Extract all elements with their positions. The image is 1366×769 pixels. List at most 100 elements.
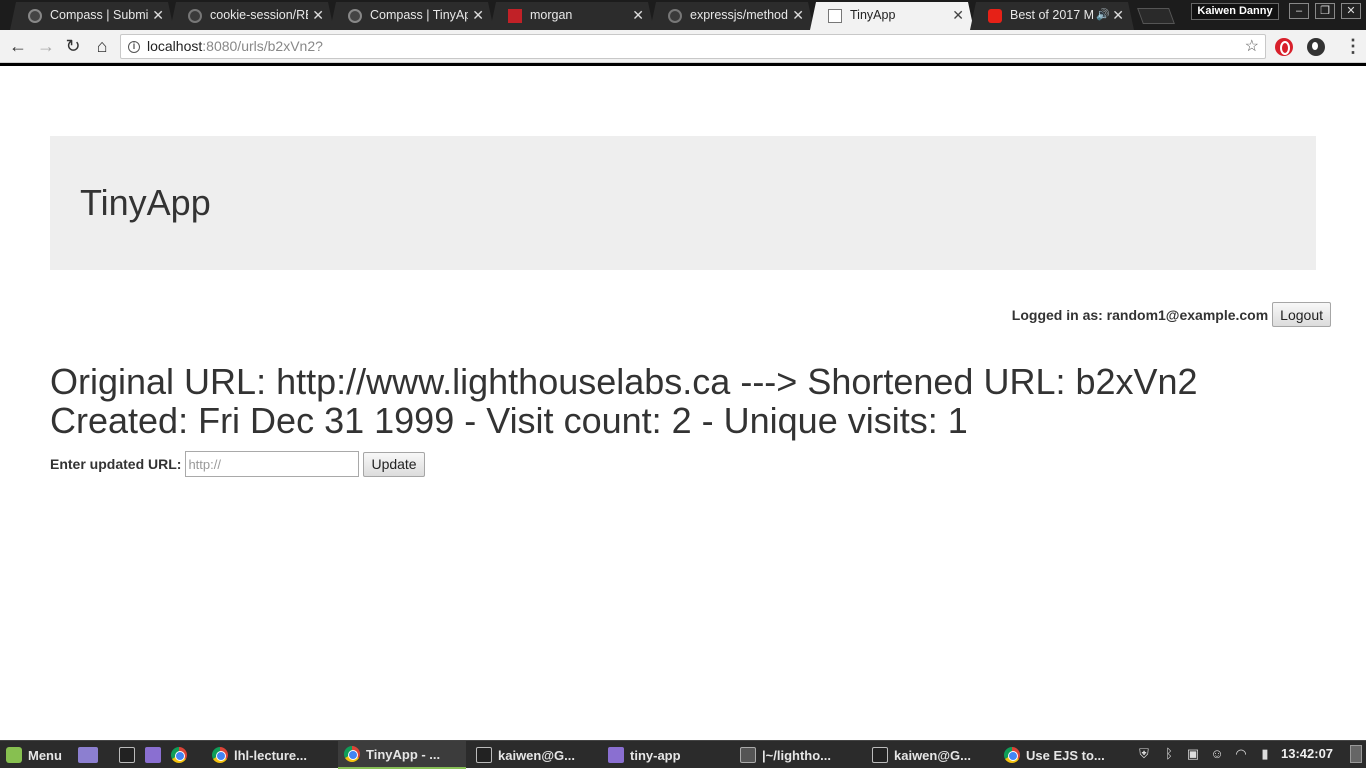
close-icon[interactable]: ✕ — [312, 7, 324, 24]
bluetooth-icon[interactable]: ᛒ — [1161, 746, 1177, 762]
close-window-button[interactable]: ✕ — [1341, 3, 1361, 19]
browser-tab[interactable]: Compass | TinyAp ✕ — [330, 2, 494, 30]
close-icon[interactable]: ✕ — [472, 7, 484, 24]
terminal-icon — [476, 747, 492, 763]
update-button[interactable]: Update — [363, 451, 425, 477]
browser-tab-strip: Compass | Submi ✕ cookie-session/RE ✕ Co… — [0, 0, 1366, 30]
browser-tab[interactable]: expressjs/method ✕ — [650, 2, 814, 30]
speaker-icon[interactable]: 🔊 — [1096, 8, 1110, 21]
files-launcher[interactable] — [145, 741, 167, 769]
close-icon[interactable]: ✕ — [792, 7, 804, 24]
show-desktop-button[interactable] — [1350, 745, 1362, 763]
login-status-bar: Logged in as: random1@example.com Logout — [1012, 302, 1331, 327]
minimize-button[interactable]: – — [1289, 3, 1309, 19]
logged-in-label: Logged in as: random1@example.com — [1011, 306, 1269, 323]
github-icon — [188, 9, 202, 23]
close-icon[interactable]: ✕ — [632, 7, 644, 24]
header-jumbotron: TinyApp — [50, 136, 1316, 270]
terminal-launcher[interactable] — [119, 741, 141, 769]
taskbar-window-label: TinyApp - ... — [366, 746, 441, 762]
tab-title: expressjs/method — [690, 8, 788, 22]
browser-tab[interactable]: Best of 2017 M 🔊 ✕ — [970, 2, 1134, 30]
maximize-button[interactable]: ❐ — [1315, 3, 1335, 19]
taskbar-window-active[interactable]: TinyApp - ... — [338, 741, 466, 769]
sublime-icon — [740, 747, 756, 763]
opera-extension-icon[interactable] — [1275, 38, 1293, 56]
app-title: TinyApp — [80, 182, 211, 223]
page-content: TinyApp Logged in as: random1@example.co… — [0, 66, 1366, 740]
desktop-icon — [78, 747, 98, 763]
clipboard-icon[interactable]: ▣ — [1185, 746, 1201, 762]
address-path: :8080/urls/b2xVn2? — [202, 38, 323, 54]
tab-title: Compass | Submi — [50, 8, 148, 22]
chrome-icon — [171, 747, 187, 763]
youtube-icon — [988, 9, 1002, 23]
npm-icon — [508, 9, 522, 23]
mint-logo-icon — [6, 747, 22, 763]
tab-title: cookie-session/RE — [210, 8, 308, 22]
browser-tab[interactable]: Compass | Submi ✕ — [10, 2, 174, 30]
update-url-input[interactable] — [185, 451, 360, 477]
browser-tab[interactable]: cookie-session/RE ✕ — [170, 2, 334, 30]
taskbar-window-label: |~/lightho... — [762, 747, 831, 763]
start-menu-button[interactable]: Menu — [6, 741, 62, 769]
tab-title: Compass | TinyAp — [370, 8, 468, 22]
taskbar-window-label: Use EJS to... — [1026, 747, 1105, 763]
taskbar-window[interactable]: tiny-app — [602, 741, 730, 769]
start-menu-label: Menu — [28, 747, 62, 763]
clock[interactable]: 13:42:07 — [1281, 746, 1333, 761]
new-tab-button[interactable] — [1137, 8, 1175, 24]
compass-icon — [28, 9, 42, 23]
extension-icon[interactable] — [1307, 38, 1325, 56]
taskbar-window-label: lhl-lecture... — [234, 747, 307, 763]
browser-toolbar: ← → ↻ ⌂ i localhost:8080/urls/b2xVn2? ☆ … — [0, 30, 1366, 63]
menu-kebab-icon[interactable]: ⋮ — [1344, 36, 1362, 56]
chrome-icon — [344, 746, 360, 762]
address-host: localhost — [147, 38, 203, 54]
taskbar-window[interactable]: kaiwen@G... — [866, 741, 994, 769]
folder-icon — [145, 747, 161, 763]
tab-title: TinyApp — [850, 8, 896, 22]
profile-button[interactable]: Kaiwen Danny — [1191, 3, 1279, 20]
taskbar-window[interactable]: |~/lightho... — [734, 741, 862, 769]
browser-tab[interactable]: morgan ✕ — [490, 2, 654, 30]
terminal-icon — [872, 747, 888, 763]
taskbar-window[interactable]: kaiwen@G... — [470, 741, 598, 769]
shield-icon[interactable]: ⛨ — [1136, 746, 1152, 762]
chrome-launcher[interactable] — [171, 741, 193, 769]
close-icon[interactable]: ✕ — [1112, 7, 1124, 24]
close-icon[interactable]: ✕ — [952, 7, 964, 24]
home-icon[interactable]: ⌂ — [91, 36, 113, 58]
battery-icon[interactable]: ▮ — [1257, 746, 1273, 762]
taskbar-window[interactable]: Use EJS to... — [998, 741, 1126, 769]
document-icon — [828, 9, 842, 23]
update-url-label: Enter updated URL: — [50, 456, 182, 472]
compass-icon — [348, 9, 362, 23]
url-details: Original URL: http://www.lighthouselabs.… — [50, 362, 1198, 440]
update-url-form: Enter updated URL: Update — [50, 451, 425, 477]
taskbar-window-label: kaiwen@G... — [894, 747, 971, 763]
browser-tab-active[interactable]: TinyApp ✕ — [810, 2, 974, 30]
os-taskbar: Menu lhl-lecture... TinyApp - ... kaiwen… — [0, 740, 1366, 769]
chrome-icon — [212, 747, 228, 763]
folder-icon — [608, 747, 624, 763]
wifi-icon[interactable]: ◠ — [1233, 746, 1249, 762]
info-icon[interactable]: i — [128, 41, 140, 53]
forward-arrow-icon[interactable]: → — [35, 36, 57, 58]
close-icon[interactable]: ✕ — [152, 7, 164, 24]
terminal-icon — [119, 747, 135, 763]
reload-icon[interactable]: ↻ — [62, 36, 84, 58]
taskbar-window-label: kaiwen@G... — [498, 747, 575, 763]
taskbar-window-label: tiny-app — [630, 747, 681, 763]
bookmark-star-icon[interactable]: ☆ — [1245, 35, 1259, 58]
show-desktop-launcher[interactable] — [78, 741, 104, 769]
logout-button[interactable]: Logout — [1272, 302, 1331, 327]
back-arrow-icon[interactable]: ← — [7, 36, 29, 58]
address-bar[interactable]: i localhost:8080/urls/b2xVn2? ☆ — [120, 34, 1266, 59]
original-url-line: Original URL: http://www.lighthouselabs.… — [50, 361, 1198, 402]
chrome-icon — [1004, 747, 1020, 763]
tab-title: morgan — [530, 8, 573, 22]
user-icon[interactable]: ☺ — [1209, 746, 1225, 762]
stats-line: Created: Fri Dec 31 1999 - Visit count: … — [50, 400, 968, 441]
taskbar-window[interactable]: lhl-lecture... — [206, 741, 334, 769]
